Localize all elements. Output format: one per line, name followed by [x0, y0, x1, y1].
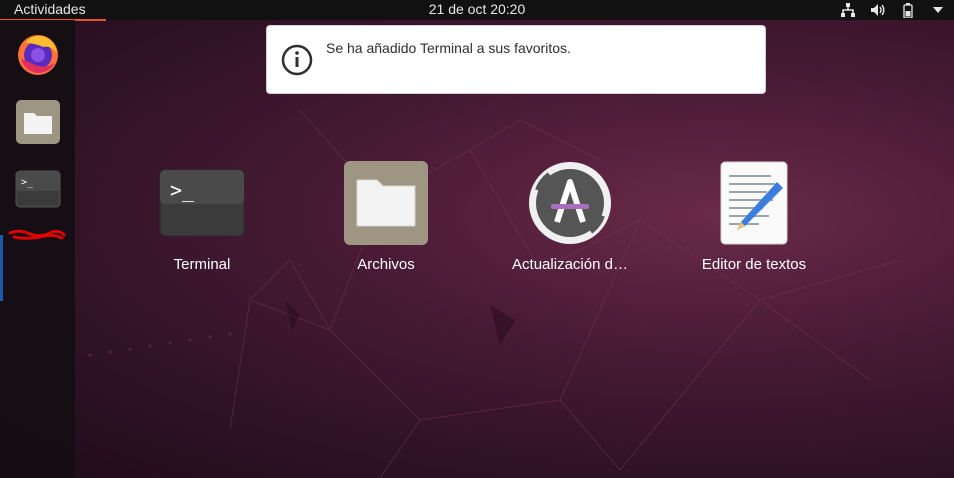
- app-label: Editor de textos: [701, 256, 807, 273]
- svg-text:>_: >_: [21, 177, 34, 188]
- firefox-icon: [15, 31, 61, 82]
- app-terminal[interactable]: >_ Terminal: [122, 158, 282, 273]
- notification-banner[interactable]: Se ha añadido Terminal a sus favoritos.: [266, 25, 766, 94]
- app-label: Archivos: [357, 256, 415, 273]
- svg-text:>_: >_: [170, 178, 195, 202]
- app-text-editor[interactable]: Editor de textos: [674, 158, 834, 273]
- software-updater-icon: [520, 158, 620, 248]
- dock-item-files[interactable]: [14, 99, 62, 150]
- app-files[interactable]: Archivos: [306, 158, 466, 273]
- red-annotation-mark: [8, 229, 66, 240]
- text-editor-icon: [704, 158, 804, 248]
- dock-item-terminal[interactable]: >_: [14, 168, 62, 216]
- folder-icon: [336, 158, 436, 248]
- window-edge: [0, 235, 3, 301]
- dock-item-firefox[interactable]: [14, 32, 62, 80]
- desktop: Actividades 21 de oct 20:20 >_ Se ha aña…: [0, 0, 954, 478]
- info-icon: [281, 44, 313, 81]
- app-label: Actualización d…: [512, 256, 628, 273]
- terminal-icon: >_: [152, 158, 252, 248]
- folder-icon: [15, 99, 61, 150]
- dock: >_: [0, 20, 75, 478]
- notification-message: Se ha añadido Terminal a sus favoritos.: [326, 40, 571, 56]
- app-label: Terminal: [173, 256, 231, 273]
- app-software-updater[interactable]: Actualización d…: [490, 158, 650, 273]
- terminal-icon: >_: [15, 170, 61, 215]
